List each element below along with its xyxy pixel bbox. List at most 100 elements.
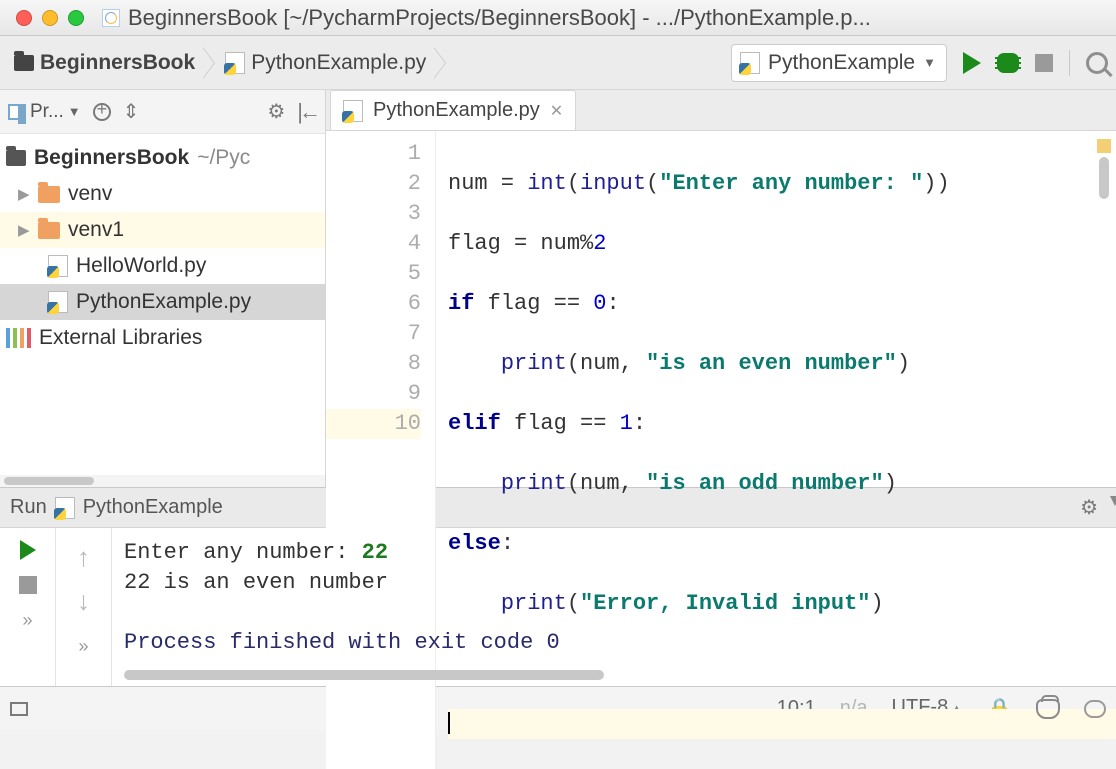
run-button[interactable]: [963, 52, 981, 74]
editor-tab[interactable]: PythonExample.py ✕: [330, 90, 576, 130]
tree-item-label: venv1: [68, 218, 124, 242]
tree-external-libraries[interactable]: External Libraries: [0, 320, 325, 356]
editor-tab-bar: PythonExample.py ✕: [326, 90, 1116, 131]
python-file-icon: [740, 52, 760, 74]
line-number: 2: [326, 169, 421, 199]
breadcrumb-separator-icon: [432, 45, 450, 81]
breadcrumb-label: BeginnersBook: [40, 51, 195, 75]
run-config-selector[interactable]: PythonExample ▼: [731, 44, 947, 82]
warning-marker-icon[interactable]: [1097, 139, 1111, 153]
hide-panel-icon[interactable]: |←: [297, 99, 317, 125]
tree-item-label: External Libraries: [39, 326, 202, 350]
project-panel-icon: [8, 104, 26, 120]
chevron-down-icon: ▼: [923, 55, 936, 70]
folder-icon: [38, 222, 60, 239]
run-title: Run: [10, 496, 47, 519]
run-side-buttons-2: ↑ ↑ »: [56, 528, 112, 686]
console-prompt: Enter any number:: [124, 540, 362, 565]
maximize-window-icon[interactable]: [68, 10, 84, 26]
window-title: BeginnersBook [~/PycharmProjects/Beginne…: [128, 5, 871, 31]
search-icon[interactable]: [1086, 52, 1108, 74]
editor-right-gutter: [1092, 139, 1116, 199]
scroll-up-icon[interactable]: ↑: [77, 542, 90, 573]
editor-tab-label: PythonExample.py: [373, 99, 540, 122]
python-file-icon: [225, 52, 245, 74]
python-file-icon: [55, 497, 75, 519]
line-number: 7: [326, 319, 421, 349]
caret-line: [448, 709, 1116, 739]
line-number: 5: [326, 259, 421, 289]
project-view-label: Pr...: [30, 101, 64, 123]
navigation-bar: BeginnersBook PythonExample.py PythonExa…: [0, 36, 1116, 90]
titlebar: BeginnersBook [~/PycharmProjects/Beginne…: [0, 0, 1116, 36]
separator: [1069, 50, 1070, 76]
tree-project-root[interactable]: BeginnersBook ~/Pyc: [0, 140, 325, 176]
chevron-right-icon[interactable]: ▶: [18, 185, 30, 203]
line-number: 3: [326, 199, 421, 229]
caret-icon: [448, 712, 450, 734]
expand-icon[interactable]: »: [78, 636, 88, 657]
folder-icon: [14, 55, 34, 71]
run-side-buttons: »: [0, 528, 56, 686]
tree-item-label: PythonExample.py: [76, 290, 251, 314]
line-number: 10: [326, 409, 421, 439]
line-number: 1: [326, 139, 421, 169]
scrollbar-thumb[interactable]: [4, 477, 94, 485]
breadcrumb-project[interactable]: BeginnersBook: [8, 47, 201, 79]
project-name: BeginnersBook: [34, 146, 189, 170]
toolwindow-toggle-icon[interactable]: [10, 702, 28, 716]
console-line: 22 is an even number: [124, 568, 1104, 598]
project-path: ~/Pyc: [197, 146, 250, 170]
console-user-input: 22: [362, 540, 388, 565]
line-number: 4: [326, 229, 421, 259]
editor-area: PythonExample.py ✕ 1 2 3 4 5 6 7 8 9 10 …: [326, 90, 1116, 487]
stop-button[interactable]: [1035, 54, 1053, 72]
chevron-down-icon: ▼: [68, 104, 81, 119]
chevron-right-icon[interactable]: ▶: [18, 221, 30, 239]
minimize-window-icon[interactable]: [42, 10, 58, 26]
tree-item-label: HelloWorld.py: [76, 254, 206, 278]
line-number: 8: [326, 349, 421, 379]
line-number: 6: [326, 289, 421, 319]
tree-folder-venv[interactable]: ▶ venv: [0, 176, 325, 212]
window-controls: [16, 10, 84, 26]
python-file-icon: [48, 291, 68, 313]
python-file-icon: [343, 100, 363, 122]
project-tree[interactable]: BeginnersBook ~/Pyc ▶ venv ▶ venv1 Hello…: [0, 134, 325, 475]
tree-folder-venv1[interactable]: ▶ venv1: [0, 212, 325, 248]
pycharm-app-icon: [102, 9, 120, 27]
breadcrumb: BeginnersBook PythonExample.py: [8, 45, 450, 81]
console-exit-line: Process finished with exit code 0: [124, 628, 1104, 658]
rerun-button[interactable]: [20, 540, 36, 560]
expand-icon[interactable]: »: [22, 610, 32, 631]
folder-icon: [6, 150, 26, 166]
tree-file-pythonexample[interactable]: PythonExample.py: [0, 284, 325, 320]
hector-inspector-icon[interactable]: [1036, 699, 1060, 719]
close-tab-icon[interactable]: ✕: [550, 101, 563, 121]
tree-item-label: venv: [68, 182, 112, 206]
scrollbar-thumb[interactable]: [1099, 157, 1109, 199]
scroll-from-source-icon[interactable]: [93, 103, 111, 121]
breadcrumb-label: PythonExample.py: [251, 51, 426, 75]
gear-icon[interactable]: ⚙: [267, 99, 285, 124]
sidebar-toolbar: Pr... ▼ ⇕ ⚙ |←: [0, 90, 325, 134]
breadcrumb-file[interactable]: PythonExample.py: [219, 47, 432, 79]
tree-file-helloworld[interactable]: HelloWorld.py: [0, 248, 325, 284]
sidebar-scrollbar[interactable]: [0, 475, 325, 487]
debug-button[interactable]: [997, 53, 1019, 73]
collapse-all-icon[interactable]: ⇕: [123, 99, 140, 124]
stop-button[interactable]: [19, 576, 37, 594]
scroll-down-icon[interactable]: ↑: [77, 589, 90, 620]
libraries-icon: [6, 328, 31, 348]
project-view-selector[interactable]: Pr... ▼: [8, 101, 81, 123]
run-config-label: PythonExample: [768, 51, 915, 75]
line-number: 9: [326, 379, 421, 409]
close-window-icon[interactable]: [16, 10, 32, 26]
feedback-icon[interactable]: [1084, 700, 1106, 718]
run-config-name: PythonExample: [83, 496, 223, 519]
breadcrumb-separator-icon: [201, 45, 219, 81]
console-scrollbar[interactable]: [124, 670, 604, 680]
console-output[interactable]: Enter any number: 22 22 is an even numbe…: [112, 528, 1116, 686]
python-file-icon: [48, 255, 68, 277]
project-sidebar: Pr... ▼ ⇕ ⚙ |← BeginnersBook ~/Pyc ▶ ven…: [0, 90, 326, 487]
